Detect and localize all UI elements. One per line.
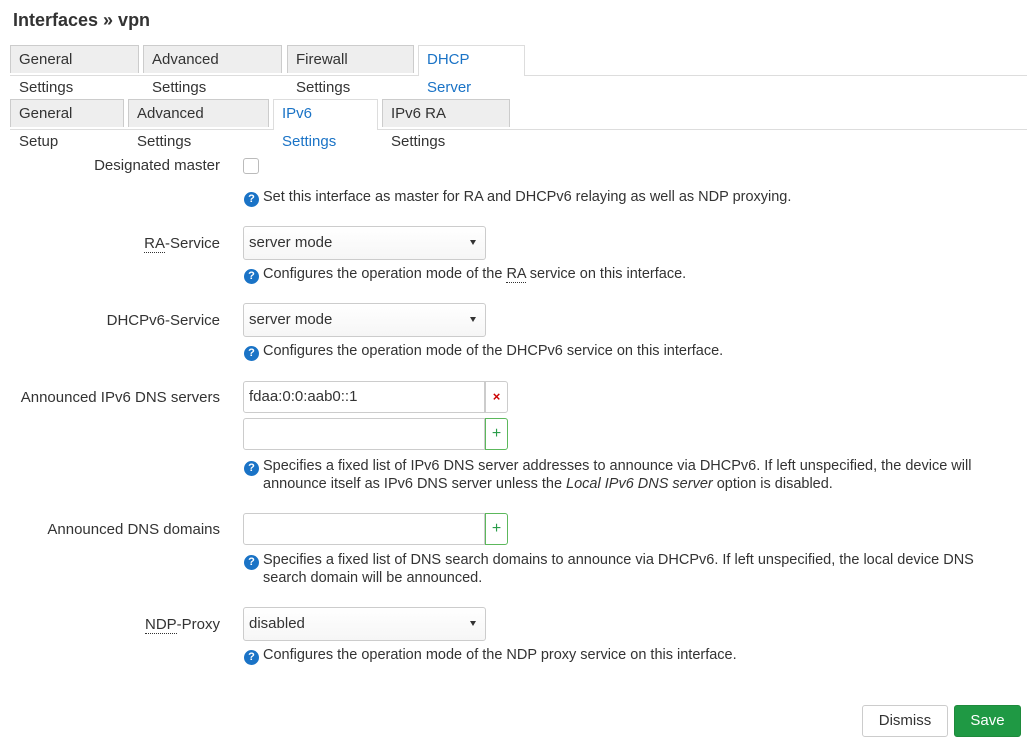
ra-abbr: RA xyxy=(506,266,526,283)
designated-master-help: ? Set this interface as master for RA and… xyxy=(244,188,1008,207)
subtab-ipv6-settings[interactable]: IPv6 Settings xyxy=(273,99,378,150)
dhcpv6-service-help: ? Configures the operation mode of the DH… xyxy=(244,342,1008,361)
ndp-proxy-help: ? Configures the operation mode of the ND… xyxy=(244,646,1008,665)
subtab-general-setup[interactable]: General Setup xyxy=(10,99,124,150)
help-icon: ? xyxy=(244,346,259,361)
subtab-ipv6-ra-settings[interactable]: IPv6 RA Settings xyxy=(382,99,510,150)
ndp-proxy-label: NDP-Proxy xyxy=(144,616,220,634)
new-dns-server-input[interactable] xyxy=(243,418,485,450)
tab-general-settings[interactable]: General Settings xyxy=(10,45,139,96)
dhcpv6-service-value: server mode xyxy=(249,311,333,328)
ndp-proxy-select[interactable]: disabled xyxy=(243,607,486,641)
help-icon: ? xyxy=(244,461,259,476)
ra-service-help: ? Configures the operation mode of the RA… xyxy=(244,265,1008,284)
remove-dns-server-button[interactable]: × xyxy=(485,381,508,413)
tab-advanced-settings[interactable]: Advanced Settings xyxy=(143,45,282,96)
help-icon: ? xyxy=(244,269,259,284)
ra-service-label: RA-Service xyxy=(144,235,220,253)
help-icon: ? xyxy=(244,192,259,207)
help-icon: ? xyxy=(244,650,259,665)
tab-dhcp-server[interactable]: DHCP Server xyxy=(418,45,525,96)
dns-domains-label: Announced DNS domains xyxy=(47,521,220,538)
dismiss-button[interactable]: Dismiss xyxy=(862,705,948,737)
chevron-down-icon xyxy=(470,240,476,245)
add-dns-server-button[interactable]: + xyxy=(485,418,508,450)
dns-servers-label: Announced IPv6 DNS servers xyxy=(20,389,220,406)
ndp-proxy-value: disabled xyxy=(249,615,305,632)
ra-service-select[interactable]: server mode xyxy=(243,226,486,260)
save-button[interactable]: Save xyxy=(954,705,1021,737)
tab-firewall-settings[interactable]: Firewall Settings xyxy=(287,45,414,96)
ra-abbr: RA xyxy=(144,235,165,253)
dhcpv6-service-label: DHCPv6-Service xyxy=(106,312,220,329)
sub-tab-bar: General Setup Advanced Settings IPv6 Set… xyxy=(10,99,1027,150)
page-title: Interfaces » vpn xyxy=(13,10,151,30)
help-icon: ? xyxy=(244,555,259,570)
chevron-down-icon xyxy=(470,317,476,322)
dns-servers-help: ? Specifies a fixed list of IPv6 DNS serv… xyxy=(244,457,1008,493)
main-tab-bar: General Settings Advanced Settings Firew… xyxy=(10,45,1027,96)
ra-service-value: server mode xyxy=(249,234,333,251)
dns-server-entry-input[interactable]: fdaa:0:0:aab0::1 xyxy=(243,381,485,413)
designated-master-checkbox[interactable] xyxy=(243,158,259,174)
chevron-down-icon xyxy=(470,621,476,626)
dns-domains-help: ? Specifies a fixed list of DNS search do… xyxy=(244,551,1008,587)
dhcpv6-service-select[interactable]: server mode xyxy=(243,303,486,337)
designated-master-label: Designated master xyxy=(94,157,220,174)
add-dns-domain-button[interactable]: + xyxy=(485,513,508,545)
subtab-advanced-settings[interactable]: Advanced Settings xyxy=(128,99,269,150)
new-dns-domain-input[interactable] xyxy=(243,513,485,545)
ndp-abbr: NDP xyxy=(144,616,177,634)
